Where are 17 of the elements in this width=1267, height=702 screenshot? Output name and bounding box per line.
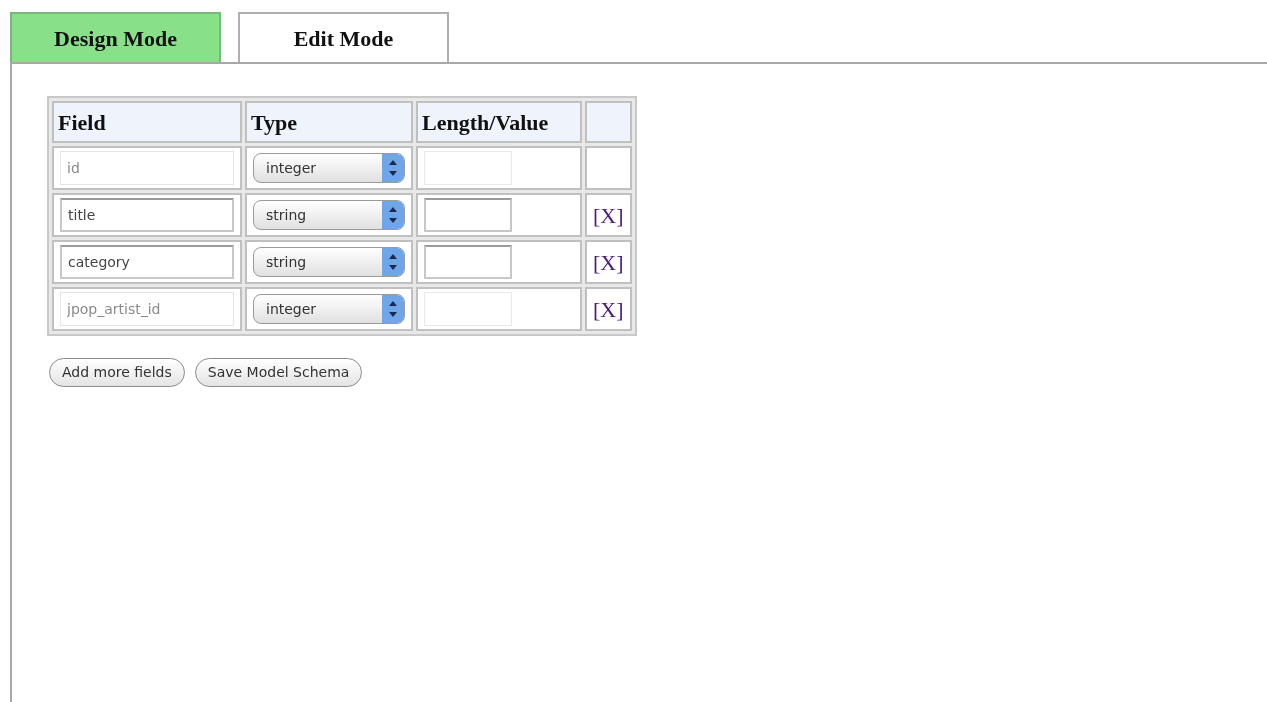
action-button[interactable]: Add more fields <box>49 358 185 387</box>
stepper-arrows-icon <box>382 154 404 182</box>
column-header: Length/Value <box>416 101 582 143</box>
column-header: Field <box>52 101 242 143</box>
stepper-arrows-icon <box>382 201 404 229</box>
type-select[interactable]: string <box>253 200 405 230</box>
mode-tab[interactable]: Design Mode <box>10 12 221 62</box>
stepper-arrows-icon <box>382 295 404 323</box>
type-select[interactable]: string <box>253 247 405 277</box>
field-name-input[interactable]: category <box>60 245 234 279</box>
stepper-arrows-icon <box>382 248 404 276</box>
length-input[interactable] <box>424 245 512 279</box>
length-input[interactable] <box>424 198 512 232</box>
column-header: Type <box>245 101 413 143</box>
field-name-input[interactable]: title <box>60 198 234 232</box>
mode-tab[interactable]: Edit Mode <box>238 12 449 62</box>
action-button[interactable]: Save Model Schema <box>194 358 363 387</box>
